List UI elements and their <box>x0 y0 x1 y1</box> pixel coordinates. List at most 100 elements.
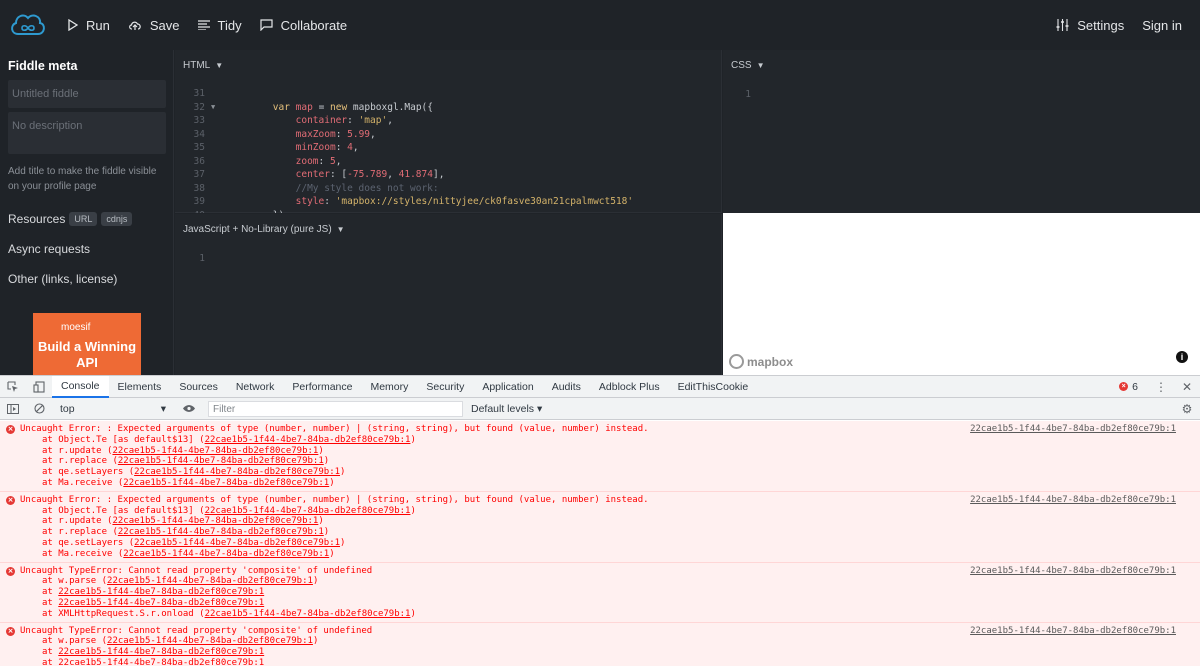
mapbox-wordmark: mapbox <box>747 354 794 369</box>
tab-console[interactable]: Console <box>52 375 109 398</box>
html-panel-label: HTML <box>183 59 211 71</box>
error-source-link[interactable]: 22cae1b5-1f44-4be7-84ba-db2ef80ce79b:1 <box>970 566 1176 577</box>
fold-gutter <box>211 128 221 142</box>
clear-console-icon[interactable] <box>26 398 52 420</box>
html-code-editor[interactable]: 31 32 ▼ var map = new mapboxgl.Map({33 con… <box>175 80 721 213</box>
code-text: var map = new mapboxgl.Map({ <box>272 101 433 113</box>
js-code-editor[interactable]: 1 <box>175 244 721 266</box>
stack-trace-link[interactable]: 22cae1b5-1f44-4be7-84ba-db2ef80ce79b:1 <box>58 647 264 657</box>
css-editor-panel: CSS ▼ 1 <box>723 50 1200 213</box>
line-number: 36 <box>193 155 205 167</box>
cloud-upload-icon <box>128 21 141 30</box>
top-toolbar: Run Save Tidy Collaborate Settings Sign … <box>0 0 1200 50</box>
resources-section[interactable]: Resources URL cdnjs <box>0 204 173 234</box>
tab-editthiscookie[interactable]: EditThisCookie <box>669 376 758 398</box>
stack-trace-line: at r.update (22cae1b5-1f44-4be7-84ba-db2… <box>42 516 324 527</box>
code-line: 39 style: 'mapbox://styles/nittyjee/ck0f… <box>175 195 721 209</box>
error-counter[interactable]: × 6 <box>1119 381 1138 393</box>
console-filter-input[interactable]: Filter <box>208 400 463 417</box>
close-icon[interactable]: ✕ <box>1174 376 1200 398</box>
stack-trace-link[interactable]: 22cae1b5-1f44-4be7-84ba-db2ef80ce79b:1 <box>134 538 340 548</box>
stack-trace-line: at 22cae1b5-1f44-4be7-84ba-db2ef80ce79b:… <box>42 647 265 658</box>
stack-trace-link[interactable]: 22cae1b5-1f44-4be7-84ba-db2ef80ce79b:1 <box>118 456 324 466</box>
more-options-icon[interactable]: ⋮ <box>1148 376 1174 398</box>
url-chip[interactable]: URL <box>69 212 98 226</box>
moesif-brand: moesif <box>61 322 91 333</box>
error-icon: × <box>1119 382 1129 391</box>
context-select[interactable]: top ▾ <box>56 403 170 415</box>
tab-elements[interactable]: Elements <box>109 376 171 398</box>
async-requests-section[interactable]: Async requests <box>0 234 173 264</box>
sign-in-link[interactable]: Sign in <box>1142 18 1182 33</box>
stack-trace-link[interactable]: 22cae1b5-1f44-4be7-84ba-db2ef80ce79b:1 <box>107 576 313 586</box>
tab-security[interactable]: Security <box>417 376 473 398</box>
info-icon[interactable]: i <box>1176 351 1188 363</box>
stack-trace-link[interactable]: 22cae1b5-1f44-4be7-84ba-db2ef80ce79b:1 <box>107 636 313 646</box>
save-button[interactable]: Save <box>128 18 180 33</box>
error-source-link[interactable]: 22cae1b5-1f44-4be7-84ba-db2ef80ce79b:1 <box>970 424 1176 435</box>
tab-application[interactable]: Application <box>473 376 542 398</box>
css-panel-header[interactable]: CSS ▼ <box>723 50 1200 80</box>
jsfiddle-logo-icon[interactable] <box>8 10 48 40</box>
other-links-license-section[interactable]: Other (links, license) <box>0 264 173 294</box>
settings-button[interactable]: Settings <box>1056 18 1124 33</box>
stack-trace-link[interactable]: 22cae1b5-1f44-4be7-84ba-db2ef80ce79b:1 <box>205 506 411 516</box>
html-panel-header[interactable]: HTML ▼ <box>175 50 721 80</box>
run-label: Run <box>86 17 110 33</box>
log-levels-dropdown[interactable]: Default levels ▾ <box>471 403 542 415</box>
stack-trace-link[interactable]: 22cae1b5-1f44-4be7-84ba-db2ef80ce79b:1 <box>205 435 411 445</box>
show-sidebar-icon[interactable] <box>0 398 26 420</box>
tab-adblock-plus[interactable]: Adblock Plus <box>590 376 669 398</box>
stack-trace-link[interactable]: 22cae1b5-1f44-4be7-84ba-db2ef80ce79b:1 <box>123 549 329 559</box>
tab-audits[interactable]: Audits <box>543 376 590 398</box>
fold-gutter <box>211 155 221 169</box>
line-number: 32 <box>193 101 205 113</box>
line-number: 40 <box>175 209 211 214</box>
fold-arrow-icon[interactable]: ▼ <box>211 101 221 115</box>
console-error-message[interactable]: × Uncaught Error: : Expected arguments of… <box>0 491 1200 563</box>
error-source-link[interactable]: 22cae1b5-1f44-4be7-84ba-db2ef80ce79b:1 <box>970 495 1176 506</box>
js-panel-header[interactable]: JavaScript + No-Library (pure JS) ▼ <box>175 214 721 244</box>
live-expression-eye-icon[interactable] <box>176 398 202 420</box>
line-number: 33 <box>193 115 205 126</box>
line-number: 1 <box>199 253 205 264</box>
collaborate-button[interactable]: Collaborate <box>259 17 348 33</box>
fiddle-description-input[interactable]: No description <box>8 112 166 154</box>
code-text: maxZoom: 5.99, <box>295 128 376 140</box>
tab-sources[interactable]: Sources <box>170 376 227 398</box>
console-error-message[interactable]: × Uncaught Error: : Expected arguments of… <box>0 421 1200 492</box>
stack-trace-link[interactable]: 22cae1b5-1f44-4be7-84ba-db2ef80ce79b:1 <box>205 609 411 619</box>
tidy-button[interactable]: Tidy <box>197 18 242 33</box>
run-button[interactable]: Run <box>68 18 110 33</box>
tab-performance[interactable]: Performance <box>283 376 361 398</box>
stack-trace-link[interactable]: 22cae1b5-1f44-4be7-84ba-db2ef80ce79b:1 <box>118 527 324 537</box>
chat-bubble-icon <box>259 19 273 31</box>
error-icon: × <box>6 425 15 434</box>
settings-gear-icon[interactable]: ⚙ <box>1174 398 1200 420</box>
mapbox-logo[interactable]: mapbox <box>729 354 793 369</box>
sliders-icon <box>1056 19 1069 31</box>
stack-trace-link[interactable]: 22cae1b5-1f44-4be7-84ba-db2ef80ce79b:1 <box>112 446 318 456</box>
result-panel[interactable]: mapbox i <box>723 213 1200 375</box>
sign-in-label: Sign in <box>1142 17 1182 33</box>
tab-memory[interactable]: Memory <box>361 376 417 398</box>
align-lines-icon <box>197 20 210 30</box>
console-error-message[interactable]: × Uncaught TypeError: Cannot read propert… <box>0 562 1200 623</box>
cdnjs-chip[interactable]: cdnjs <box>101 212 133 226</box>
tab-network[interactable]: Network <box>227 376 284 398</box>
error-source-link[interactable]: 22cae1b5-1f44-4be7-84ba-db2ef80ce79b:1 <box>970 626 1176 637</box>
stack-trace-link[interactable]: 22cae1b5-1f44-4be7-84ba-db2ef80ce79b:1 <box>134 467 340 477</box>
inspect-element-icon[interactable] <box>0 376 26 398</box>
stack-trace-link[interactable]: 22cae1b5-1f44-4be7-84ba-db2ef80ce79b:1 <box>58 587 264 597</box>
fiddle-title-input[interactable]: Untitled fiddle <box>8 80 166 108</box>
console-error-message[interactable]: × Uncaught TypeError: Cannot read propert… <box>0 622 1200 666</box>
stack-trace-link[interactable]: 22cae1b5-1f44-4be7-84ba-db2ef80ce79b:1 <box>58 598 264 608</box>
stack-trace-line: at Ma.receive (22cae1b5-1f44-4be7-84ba-d… <box>42 477 335 488</box>
css-code-editor[interactable]: 1 <box>723 80 1200 102</box>
device-toolbar-icon[interactable] <box>26 376 52 398</box>
caret-down-icon: ▼ <box>336 224 345 234</box>
moesif-ad-banner[interactable]: moesif Build a Winning API <box>33 313 141 375</box>
stack-trace-link[interactable]: 22cae1b5-1f44-4be7-84ba-db2ef80ce79b:1 <box>123 478 329 488</box>
collaborate-label: Collaborate <box>280 17 348 33</box>
stack-trace-link[interactable]: 22cae1b5-1f44-4be7-84ba-db2ef80ce79b:1 <box>112 516 318 526</box>
